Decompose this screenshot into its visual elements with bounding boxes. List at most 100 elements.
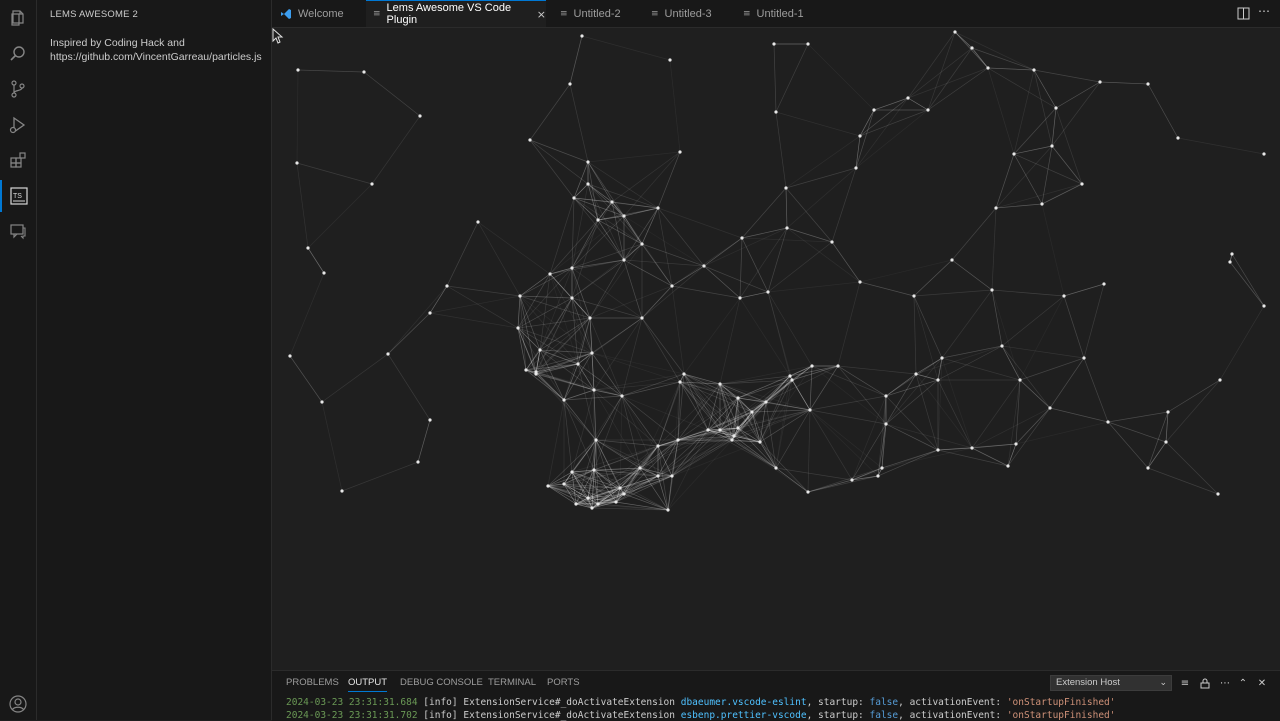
particle-link [519, 273, 551, 297]
log-event-label: , activationEvent: [898, 697, 1002, 708]
output-channel-select[interactable]: Extension Host ⌄ [1050, 675, 1172, 691]
particle-link [941, 345, 1003, 359]
particle-dot [476, 220, 480, 224]
particle-link [1229, 261, 1265, 307]
panel-tab-terminal[interactable]: TERMINAL [488, 677, 536, 688]
particle-link [589, 259, 625, 319]
vscode-icon [281, 8, 291, 19]
particle-link [703, 265, 741, 299]
particle-link [807, 467, 883, 493]
particle-link [1033, 69, 1101, 83]
particle-dot [534, 370, 538, 374]
particle-link [417, 419, 431, 463]
particle-dot [518, 294, 522, 298]
panel-tab-ports[interactable]: PORTS [547, 677, 580, 688]
particle-link [885, 423, 939, 451]
particle-link [1033, 69, 1053, 147]
split-editor-icon[interactable] [1237, 7, 1250, 20]
particle-dot [1006, 464, 1010, 468]
particle-dot [546, 484, 550, 488]
particle-link [927, 67, 989, 111]
particle-dot [836, 364, 840, 368]
particle-link [1219, 305, 1265, 381]
particle-link [809, 365, 839, 411]
particle-link [767, 291, 791, 377]
particle-dot [340, 489, 344, 493]
particle-link [1147, 411, 1169, 469]
particle-link [775, 111, 787, 189]
lock-icon[interactable] [1197, 675, 1213, 691]
particle-link [837, 365, 887, 425]
close-panel-icon[interactable]: ✕ [1254, 675, 1270, 691]
file-icon: ≡ [560, 8, 568, 19]
particle-dot [524, 368, 528, 372]
particle-link [549, 259, 625, 275]
more-actions-icon[interactable]: ⋯ [1217, 675, 1233, 691]
source-control-icon[interactable] [0, 73, 36, 105]
typescript-extension-icon[interactable]: TS [0, 180, 36, 212]
particle-link [667, 475, 673, 511]
log-startup-value: false [869, 710, 899, 721]
maximize-panel-icon[interactable]: ⌃ [1235, 675, 1251, 691]
particle-link [1015, 407, 1051, 445]
particle-dot [732, 434, 736, 438]
particle-link [571, 267, 643, 319]
particle-link [927, 31, 956, 111]
particle-link [941, 357, 973, 449]
particle-dot [784, 186, 788, 190]
particle-dot [296, 68, 300, 72]
particle-dot [736, 396, 740, 400]
extensions-icon[interactable] [0, 144, 36, 176]
particle-dot [306, 246, 310, 250]
sidebar-line-link[interactable]: https://github.com/VincentGarreau/partic… [50, 51, 270, 65]
tab-label: Welcome [298, 7, 344, 20]
particle-link [775, 43, 809, 113]
search-icon[interactable] [0, 38, 36, 70]
particle-dot [970, 46, 974, 50]
particle-link [995, 145, 1053, 209]
tab-untitled-1[interactable]: ≡ Untitled-1 [743, 0, 823, 27]
panel-tab-problems[interactable]: PROBLEMS [286, 677, 339, 688]
particle-link [446, 221, 479, 287]
tab-welcome[interactable]: Welcome [280, 0, 372, 27]
close-icon[interactable]: × [537, 8, 546, 21]
explorer-icon[interactable] [0, 2, 36, 34]
particle-dot [570, 470, 574, 474]
panel-tab-output[interactable]: OUTPUT [348, 677, 388, 692]
account-icon[interactable] [0, 688, 36, 720]
particle-dot [858, 280, 862, 284]
particle-link [831, 167, 857, 243]
particle-link [1147, 441, 1167, 469]
particle-link [296, 162, 309, 249]
particle-link [517, 327, 537, 373]
log-startup-label: startup: [818, 710, 864, 721]
run-debug-icon[interactable] [0, 109, 36, 141]
chat-icon[interactable] [0, 215, 36, 247]
particle-dot [622, 492, 626, 496]
more-actions-icon[interactable]: ⋯ [1258, 5, 1271, 19]
particle-link [289, 355, 323, 403]
particle-link [873, 97, 909, 111]
particle-link [307, 247, 325, 274]
particle-link [971, 447, 1009, 467]
particle-link [289, 272, 325, 357]
tab-untitled-3[interactable]: ≡ Untitled-3 [651, 0, 731, 27]
particle-dot [596, 502, 600, 506]
log-event-value: 'onStartupFinished' [1006, 710, 1116, 721]
particle-dot [936, 378, 940, 382]
bottom-panel: PROBLEMS OUTPUT DEBUG CONSOLE TERMINAL P… [272, 670, 1280, 721]
tab-untitled-2[interactable]: ≡ Untitled-2 [560, 0, 640, 27]
particle-link [941, 357, 1021, 381]
panel-tab-debug-console[interactable]: DEBUG CONSOLE [400, 677, 483, 688]
particle-dot [288, 354, 292, 358]
particle-dot [950, 258, 954, 262]
particle-dot [880, 466, 884, 470]
particle-link [1063, 295, 1085, 359]
particles-webview[interactable] [272, 28, 1280, 670]
filter-list-icon[interactable]: ≡ [1177, 675, 1193, 691]
particle-dot [758, 440, 762, 444]
particle-link [517, 295, 521, 329]
particle-link [549, 197, 575, 275]
particle-link [611, 151, 681, 203]
tab-lems-awesome-plugin[interactable]: ≡ Lems Awesome VS Code Plugin × [366, 0, 546, 27]
